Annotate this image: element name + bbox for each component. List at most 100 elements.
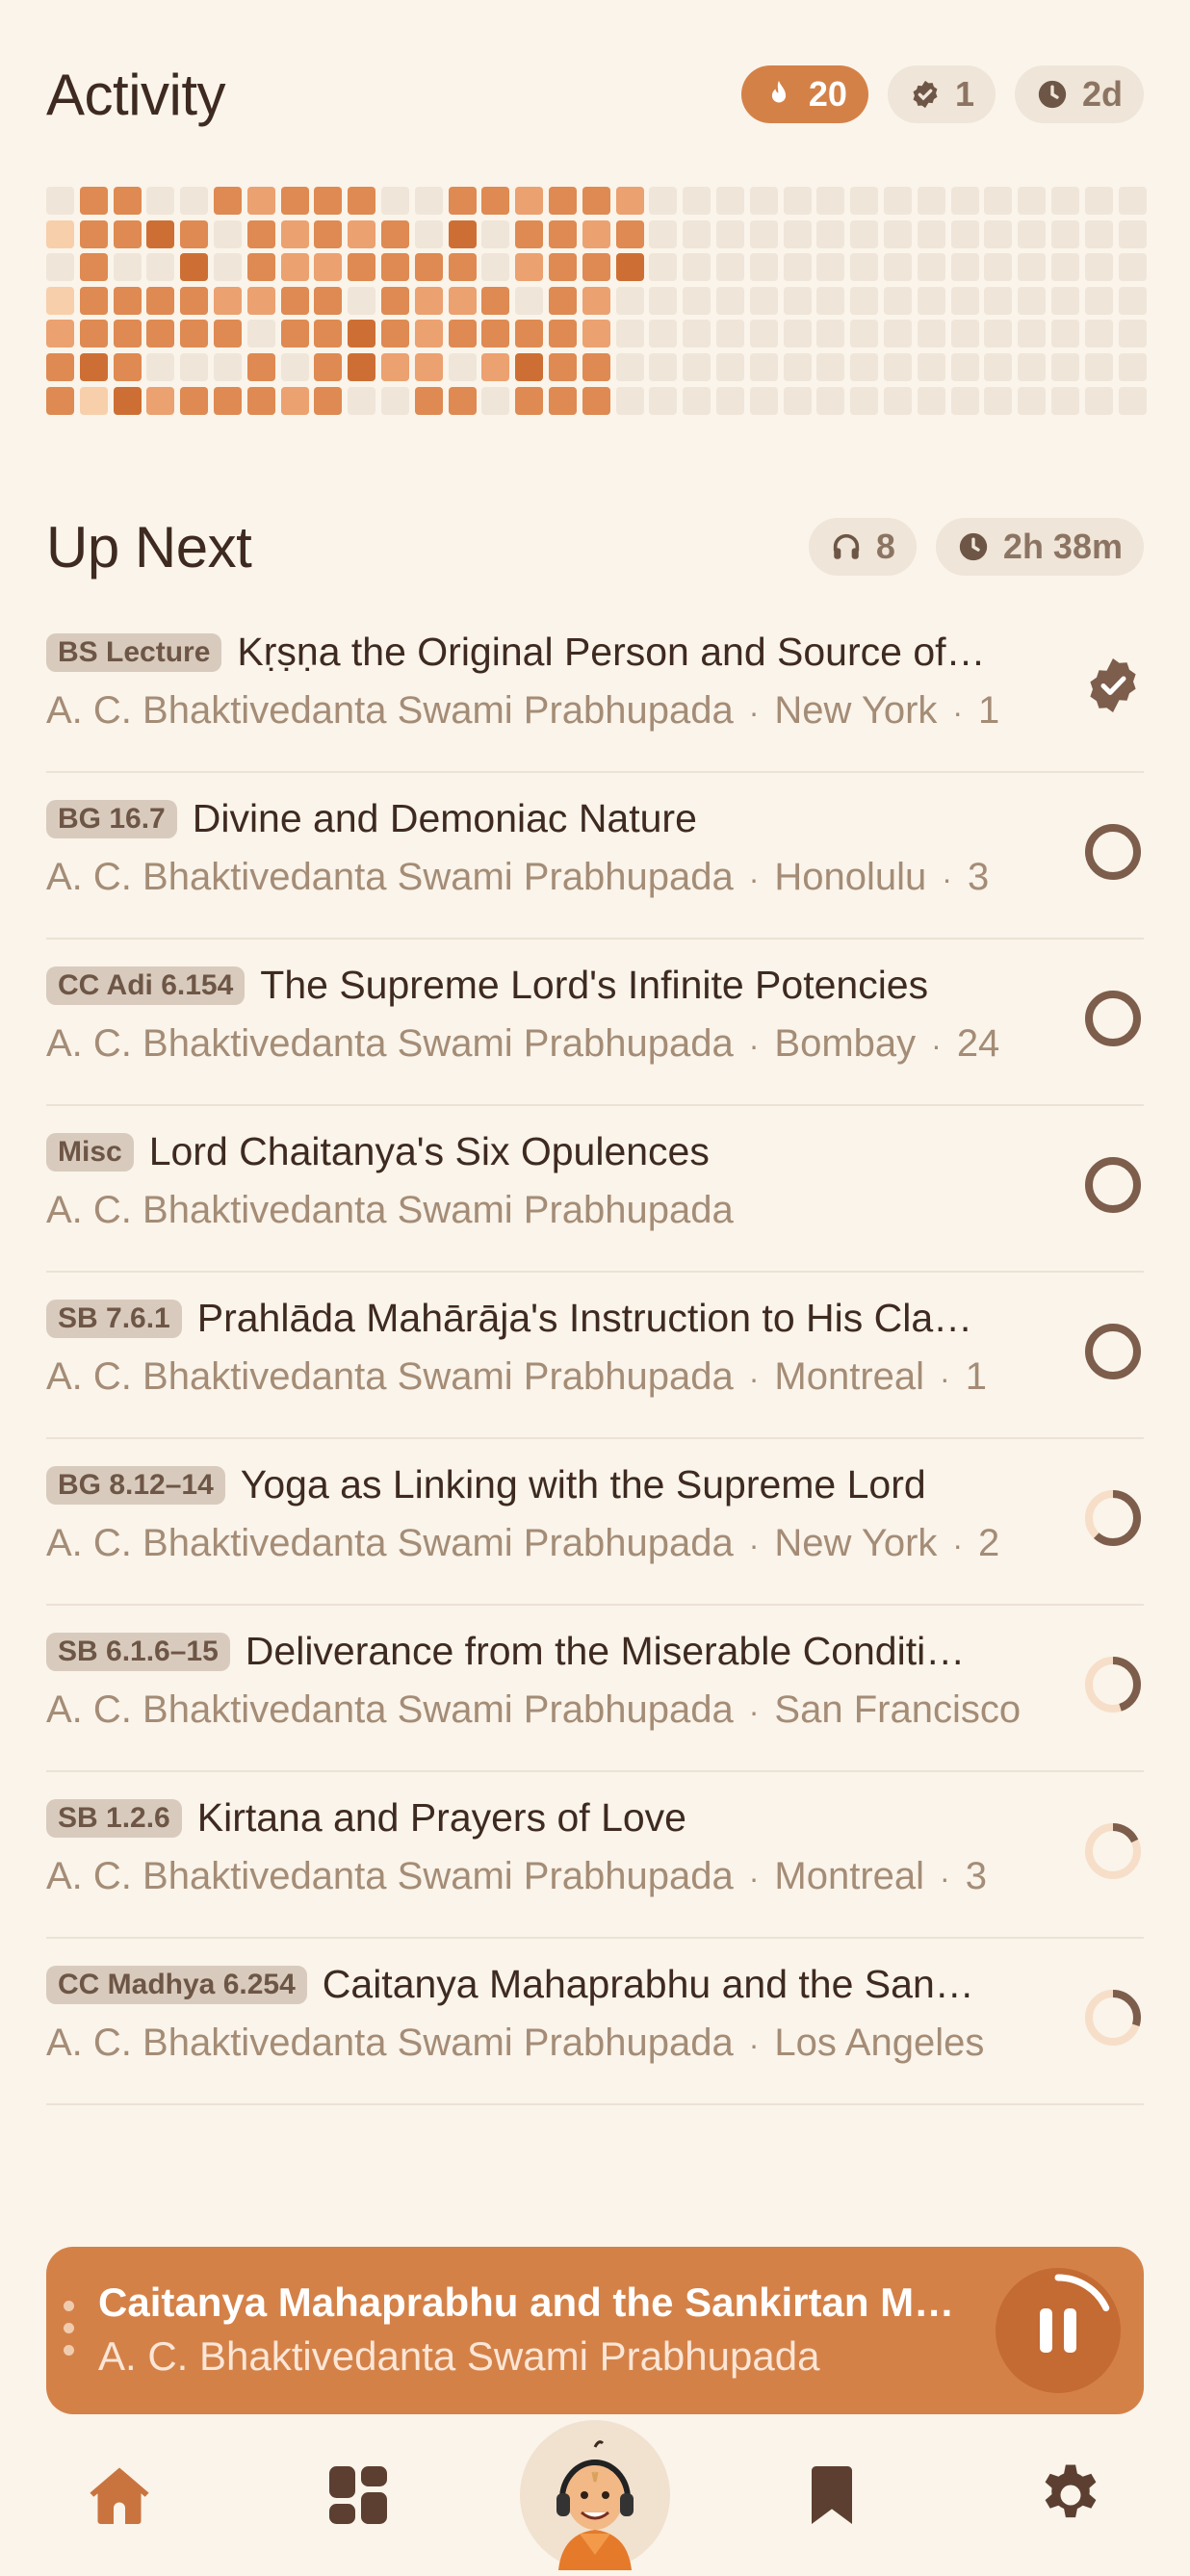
item-author: A. C. Bhaktivedanta Swami Prabhupada xyxy=(46,1688,734,1731)
heatmap-cell xyxy=(414,286,443,315)
item-title: The Supreme Lord's Infinite Potencies xyxy=(260,963,929,1007)
drag-handle[interactable] xyxy=(64,2301,77,2367)
completed-badge-icon[interactable] xyxy=(1082,655,1144,716)
item-title-line: Misc Lord Chaitanya's Six Opulences xyxy=(46,1129,1028,1174)
bookmark-icon[interactable] xyxy=(797,2460,867,2530)
gear-icon[interactable] xyxy=(1036,2460,1105,2530)
heatmap-cell xyxy=(515,187,544,215)
item-title: Yoga as Linking with the Supreme Lord xyxy=(240,1462,926,1507)
heatmap-cell xyxy=(79,253,108,282)
progress-ring-icon[interactable] xyxy=(1082,1820,1144,1882)
heatmap-cell xyxy=(984,187,1013,215)
heatmap-cell xyxy=(749,286,778,315)
item-meta: A. C. Bhaktivedanta Swami Prabhupada · New… xyxy=(46,689,1000,732)
completed-pill[interactable]: 1 xyxy=(887,65,996,123)
list-item[interactable]: BG 16.7 Divine and Demoniac Nature A. C.… xyxy=(46,773,1144,940)
heatmap-cell xyxy=(548,386,577,415)
heatmap-cell xyxy=(683,286,711,315)
grid-icon[interactable] xyxy=(323,2460,393,2530)
heatmap-cell xyxy=(1084,320,1113,348)
heatmap-cell xyxy=(314,187,343,215)
heatmap-cell xyxy=(1084,286,1113,315)
heatmap-cell xyxy=(414,386,443,415)
list-item[interactable]: Misc Lord Chaitanya's Six Opulences A. C… xyxy=(46,1106,1144,1273)
activity-heatmap xyxy=(46,187,1147,415)
heatmap-cell xyxy=(246,386,275,415)
unplayed-ring-icon[interactable] xyxy=(1082,821,1144,883)
heatmap-cell xyxy=(213,320,242,348)
list-item[interactable]: BS Lecture Kṛṣṇa the Original Person and… xyxy=(46,606,1144,773)
heatmap-cell xyxy=(380,352,409,381)
heatmap-cell xyxy=(380,286,409,315)
heatmap-cell xyxy=(715,320,744,348)
progress-ring-icon[interactable] xyxy=(1082,1987,1144,2048)
heatmap-cell xyxy=(715,253,744,282)
heatmap-cell xyxy=(548,187,577,215)
item-author: A. C. Bhaktivedanta Swami Prabhupada xyxy=(46,856,734,898)
heatmap-cell xyxy=(1084,352,1113,381)
avatar[interactable] xyxy=(520,2420,670,2570)
item-meta: A. C. Bhaktivedanta Swami Prabhupada · Bom… xyxy=(46,1022,1000,1065)
heatmap-cell xyxy=(816,253,845,282)
unplayed-ring-icon[interactable] xyxy=(1082,988,1144,1049)
streak-pill[interactable]: 20 xyxy=(740,65,868,123)
heatmap-cell xyxy=(280,352,309,381)
heatmap-cell xyxy=(984,352,1013,381)
item-extra: 1 xyxy=(978,689,1000,732)
heatmap-cell xyxy=(180,286,209,315)
item-title-line: BG 8.12–14 Yoga as Linking with the Supr… xyxy=(46,1462,1028,1507)
heatmap-cell xyxy=(883,219,912,248)
item-title: Kṛṣṇa the Original Person and Source of… xyxy=(237,630,986,674)
item-badge: CC Adi 6.154 xyxy=(46,966,246,1005)
heatmap-cell xyxy=(180,219,209,248)
progress-ring-icon[interactable] xyxy=(1082,1487,1144,1549)
unplayed-ring-icon[interactable] xyxy=(1082,1321,1144,1382)
heatmap-cell xyxy=(1118,352,1147,381)
list-item[interactable]: SB 7.6.1 Prahlāda Mahārāja's Instruction… xyxy=(46,1273,1144,1439)
item-title: Lord Chaitanya's Six Opulences xyxy=(148,1129,710,1173)
heatmap-cell xyxy=(816,320,845,348)
heatmap-cell xyxy=(246,219,275,248)
heatmap-cell xyxy=(783,286,812,315)
list-item[interactable]: BG 8.12–14 Yoga as Linking with the Supr… xyxy=(46,1439,1144,1606)
unplayed-ring-icon[interactable] xyxy=(1082,1154,1144,1216)
days-pill[interactable]: 2d xyxy=(1014,65,1144,123)
heatmap-cell xyxy=(46,352,74,381)
heatmap-cell xyxy=(1118,253,1147,282)
home-icon[interactable] xyxy=(85,2460,154,2530)
heatmap-cell xyxy=(715,219,744,248)
heatmap-cell xyxy=(79,286,108,315)
heatmap-cell xyxy=(649,219,678,248)
heatmap-cell xyxy=(816,219,845,248)
item-author: A. C. Bhaktivedanta Swami Prabhupada xyxy=(46,1355,734,1398)
days-count: 2d xyxy=(1081,74,1123,114)
mini-player[interactable]: Caitanya Mahaprabhu and the Sankirtan M…… xyxy=(46,2247,1144,2414)
item-title-line: CC Madhya 6.254 Caitanya Mahaprabhu and … xyxy=(46,1962,1028,2007)
heatmap-cell xyxy=(950,386,979,415)
list-item[interactable]: SB 6.1.6–15 Deliverance from the Miserab… xyxy=(46,1606,1144,1772)
heatmap-cell xyxy=(1084,386,1113,415)
heatmap-cell xyxy=(46,286,74,315)
heatmap-cell xyxy=(380,219,409,248)
list-item[interactable]: CC Adi 6.154 The Supreme Lord's Infinite… xyxy=(46,940,1144,1106)
heatmap-cell xyxy=(683,386,711,415)
heatmap-cell xyxy=(582,286,610,315)
item-place: Montreal xyxy=(774,1355,925,1398)
queue-count-pill[interactable]: 8 xyxy=(808,518,917,576)
heatmap-cell xyxy=(883,253,912,282)
list-item[interactable]: CC Madhya 6.254 Caitanya Mahaprabhu and … xyxy=(46,1939,1144,2105)
clock-icon xyxy=(959,532,988,561)
heatmap-cell xyxy=(180,386,209,415)
heatmap-cell xyxy=(1118,187,1147,215)
heatmap-cell xyxy=(548,352,577,381)
heatmap-cell xyxy=(146,187,175,215)
item-place: Los Angeles xyxy=(774,2022,985,2064)
list-item[interactable]: SB 1.2.6 Kirtana and Prayers of Love A. … xyxy=(46,1772,1144,1939)
pause-button[interactable] xyxy=(996,2268,1121,2393)
progress-ring-icon[interactable] xyxy=(1082,1654,1144,1715)
heatmap-cell xyxy=(46,386,74,415)
queue-duration-pill[interactable]: 2h 38m xyxy=(935,518,1144,576)
item-place: Honolulu xyxy=(774,856,927,898)
heatmap-cell xyxy=(683,320,711,348)
item-badge: CC Madhya 6.254 xyxy=(46,1965,307,2004)
